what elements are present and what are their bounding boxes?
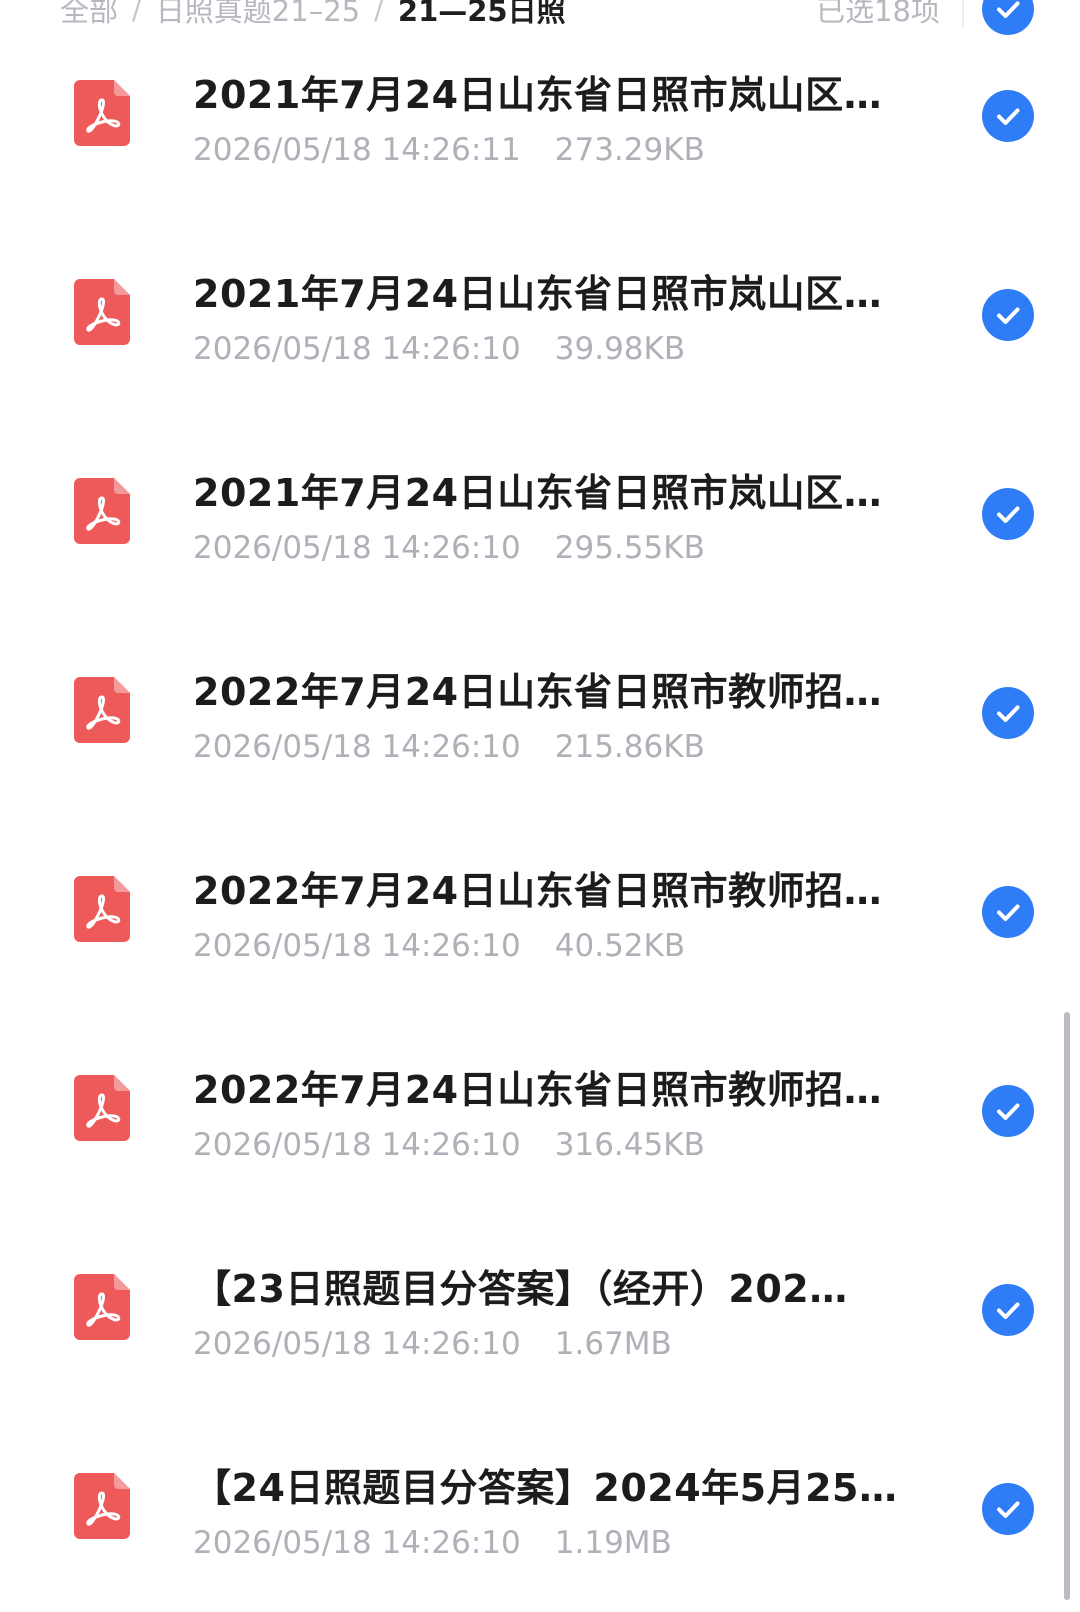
file-title: 2022年7月24日山东省日照市教师招… — [193, 670, 883, 714]
checkmark-icon — [997, 1302, 1020, 1319]
file-list: 2021年7月24日山东省日照市岚山区… 2026/05/18 14:26:11… — [0, 20, 1080, 1612]
file-title: 2021年7月24日山东省日照市岚山区… — [193, 272, 883, 316]
file-title: 【24日照题目分答案】2024年5月25… — [193, 1466, 898, 1510]
file-size: 40.52KB — [554, 928, 686, 964]
file-select-checkbox[interactable] — [982, 488, 1034, 540]
file-size: 39.98KB — [554, 331, 686, 367]
checkmark-icon — [997, 108, 1020, 125]
pdf-icon — [74, 876, 130, 942]
file-title: 2022年7月24日山东省日照市教师招… — [193, 869, 883, 913]
file-meta: 2026/05/18 14:26:10 316.45KB — [193, 1127, 705, 1163]
file-size: 295.55KB — [554, 530, 705, 566]
file-size: 1.19MB — [554, 1525, 672, 1561]
file-select-checkbox[interactable] — [982, 90, 1034, 142]
file-meta: 2026/05/18 14:26:10 1.67MB — [193, 1326, 672, 1362]
pdf-icon — [74, 677, 130, 743]
file-title: 2021年7月24日山东省日照市岚山区… — [193, 471, 883, 515]
file-title: 2022年7月24日山东省日照市教师招… — [193, 1068, 883, 1112]
file-meta: 2026/05/18 14:26:10 39.98KB — [193, 331, 685, 367]
checkmark-icon — [997, 1501, 1020, 1518]
file-date: 2026/05/18 14:26:10 — [193, 331, 521, 367]
file-title: 2021年7月24日山东省日照市岚山区… — [193, 73, 883, 117]
file-meta: 2026/05/18 14:26:11 273.29KB — [193, 132, 705, 168]
file-select-checkbox[interactable] — [982, 886, 1034, 938]
file-date: 2026/05/18 14:26:10 — [193, 729, 521, 765]
pdf-icon — [74, 279, 130, 345]
file-title: 【23日照题目分答案】（经开）202… — [193, 1267, 848, 1311]
file-date: 2026/05/18 14:26:10 — [193, 1127, 521, 1163]
file-date: 2026/05/18 14:26:10 — [193, 1326, 521, 1362]
scrollbar[interactable] — [1064, 1012, 1070, 1600]
file-row[interactable]: 2022年7月24日山东省日照市教师招… 2026/05/18 14:26:10… — [0, 617, 1080, 816]
checkmark-icon — [997, 506, 1020, 523]
pdf-icon — [74, 1473, 130, 1539]
file-date: 2026/05/18 14:26:11 — [193, 132, 521, 168]
file-meta: 2026/05/18 14:26:10 40.52KB — [193, 928, 685, 964]
file-row[interactable]: 2022年7月24日山东省日照市教师招… 2026/05/18 14:26:10… — [0, 1015, 1080, 1214]
file-row[interactable]: 【24日照题目分答案】2024年5月25… 2026/05/18 14:26:1… — [0, 1413, 1080, 1612]
file-row[interactable]: 2021年7月24日山东省日照市岚山区… 2026/05/18 14:26:10… — [0, 219, 1080, 418]
file-meta: 2026/05/18 14:26:10 1.19MB — [193, 1525, 672, 1561]
file-select-checkbox[interactable] — [982, 289, 1034, 341]
file-meta: 2026/05/18 14:26:10 295.55KB — [193, 530, 705, 566]
file-size: 215.86KB — [554, 729, 705, 765]
checkmark-icon — [997, 307, 1020, 324]
file-row[interactable]: 2021年7月24日山东省日照市岚山区… 2026/05/18 14:26:11… — [0, 20, 1080, 219]
file-date: 2026/05/18 14:26:10 — [193, 1525, 521, 1561]
pdf-icon — [74, 1274, 130, 1340]
file-date: 2026/05/18 14:26:10 — [193, 928, 521, 964]
file-select-checkbox[interactable] — [982, 1085, 1034, 1137]
file-select-checkbox[interactable] — [982, 1483, 1034, 1535]
file-row[interactable]: 2022年7月24日山东省日照市教师招… 2026/05/18 14:26:10… — [0, 816, 1080, 1015]
file-meta: 2026/05/18 14:26:10 215.86KB — [193, 729, 705, 765]
file-select-checkbox[interactable] — [982, 1284, 1034, 1336]
checkmark-icon — [997, 705, 1020, 722]
file-size: 316.45KB — [554, 1127, 705, 1163]
checkmark-icon — [997, 1103, 1020, 1120]
checkmark-icon — [997, 904, 1020, 921]
file-select-checkbox[interactable] — [982, 687, 1034, 739]
file-size: 273.29KB — [554, 132, 705, 168]
file-size: 1.67MB — [554, 1326, 672, 1362]
file-row[interactable]: 【23日照题目分答案】（经开）202… 2026/05/18 14:26:10 1… — [0, 1214, 1080, 1413]
file-date: 2026/05/18 14:26:10 — [193, 530, 521, 566]
file-row[interactable]: 2021年7月24日山东省日照市岚山区… 2026/05/18 14:26:10… — [0, 418, 1080, 617]
pdf-icon — [74, 80, 130, 146]
pdf-icon — [74, 478, 130, 544]
pdf-icon — [74, 1075, 130, 1141]
